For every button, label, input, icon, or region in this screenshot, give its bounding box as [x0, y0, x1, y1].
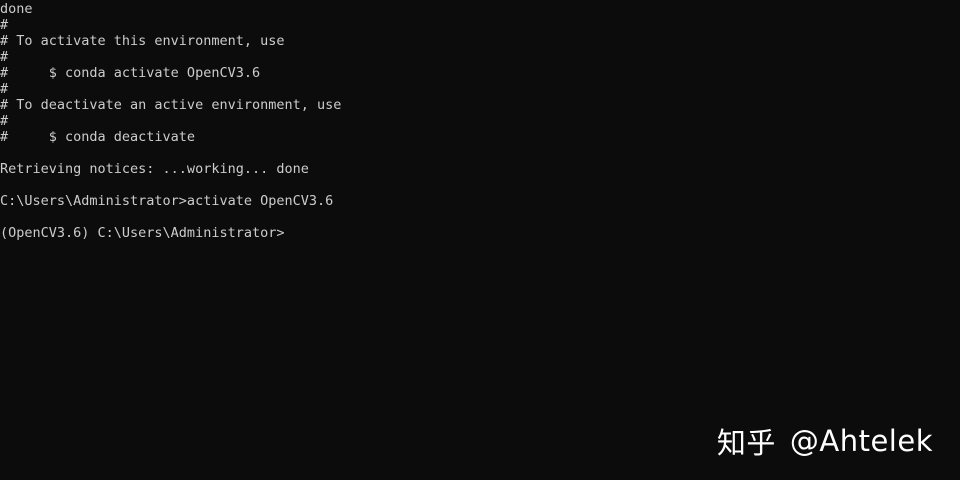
- prompt-text: (OpenCV3.6) C:\Users\Administrator>: [0, 225, 285, 241]
- output-line: Retrieving notices: ...working... done: [0, 161, 309, 177]
- output-line: # To deactivate an active environment, u…: [0, 97, 342, 113]
- output-line: #: [0, 113, 9, 129]
- output-line: done: [0, 1, 33, 17]
- terminal-window[interactable]: done # # To activate this environment, u…: [0, 0, 960, 480]
- output-line: #: [0, 49, 9, 65]
- command-line: C:\Users\Administrator>activate OpenCV3.…: [0, 193, 334, 209]
- output-line: # To activate this environment, use: [0, 33, 285, 49]
- watermark-handle: @Ahtelek: [789, 424, 933, 458]
- output-line: #: [0, 17, 9, 33]
- text-cursor: [284, 225, 292, 239]
- output-line: #: [0, 81, 9, 97]
- output-line: # $ conda deactivate: [0, 129, 196, 145]
- watermark-brand: 知乎: [716, 426, 776, 460]
- output-line: # $ conda activate OpenCV3.6: [0, 65, 261, 81]
- watermark: 知乎 @Ahtelek: [717, 421, 933, 461]
- command-prompt[interactable]: (OpenCV3.6) C:\Users\Administrator>: [0, 225, 292, 241]
